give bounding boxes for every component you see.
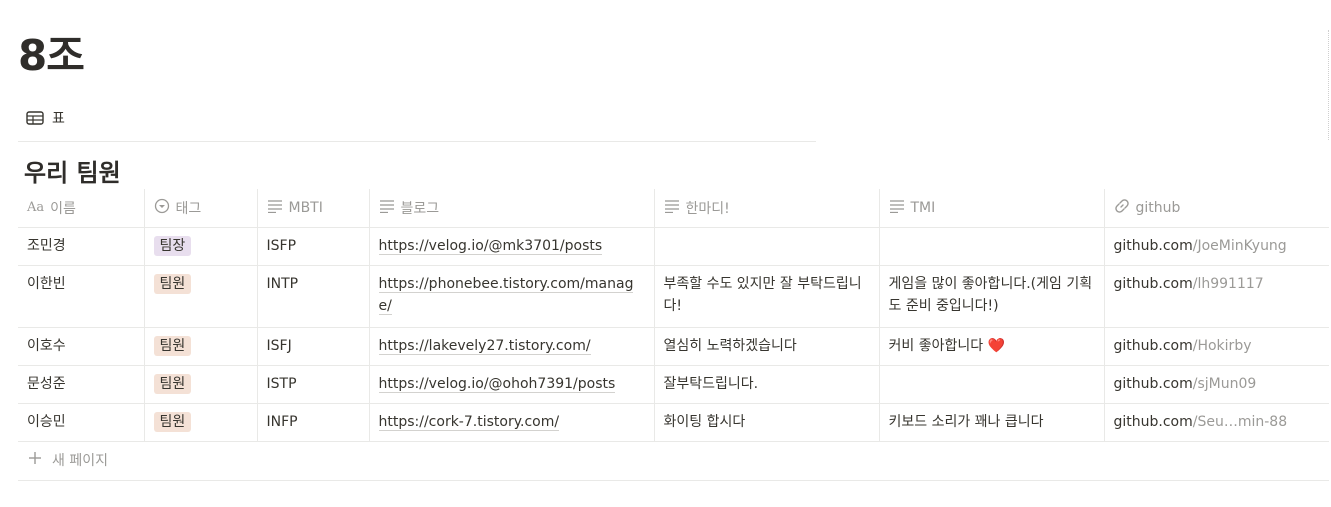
github-host[interactable]: github.com xyxy=(1114,276,1193,292)
column-header-tmi[interactable]: TMI xyxy=(878,189,1104,228)
blog-link[interactable]: https://velog.io/@ohoh7391/posts xyxy=(378,375,616,393)
tag-badge: 팀원 xyxy=(153,273,192,294)
github-user[interactable]: /sjMun09 xyxy=(1193,376,1257,392)
header-row: Aa 이름 태그 MBTI 블로그 한마디! TMI github xyxy=(18,189,1329,228)
cell-github[interactable]: github.com/Seu…min-88 xyxy=(1103,402,1329,441)
blog-link[interactable]: https://phonebee.tistory.com/manage/ xyxy=(378,275,634,315)
column-header-blog[interactable]: 블로그 xyxy=(368,189,654,228)
cell-tmi[interactable]: 커비 좋아합니다 ❤️ xyxy=(878,326,1104,365)
github-user[interactable]: /Seu…min-88 xyxy=(1193,414,1287,430)
page-title: 8조 xyxy=(18,31,85,80)
heart-emoji: ❤️ xyxy=(987,337,1006,354)
table-icon xyxy=(26,111,44,125)
table-row[interactable]: 이승민 팀원 INFP https://cork-7.tistory.com/ … xyxy=(18,402,1329,441)
cell-github[interactable]: github.com/JoeMinKyung xyxy=(1103,226,1329,265)
github-user[interactable]: /JoeMinKyung xyxy=(1193,238,1287,254)
table-row[interactable]: 조민경 팀장 ISFP https://velog.io/@mk3701/pos… xyxy=(18,226,1329,265)
cell-tmi[interactable] xyxy=(878,226,1104,265)
cell-tmi[interactable] xyxy=(878,364,1104,403)
github-host[interactable]: github.com xyxy=(1114,238,1193,254)
blog-link[interactable]: https://cork-7.tistory.com/ xyxy=(378,413,560,431)
tag-badge: 팀원 xyxy=(153,373,192,394)
column-header-mbti[interactable]: MBTI xyxy=(256,189,369,228)
cell-mbti[interactable]: ISFJ xyxy=(256,326,369,365)
cell-mbti[interactable]: INFP xyxy=(256,402,369,441)
tag-badge: 팀원 xyxy=(153,335,192,356)
tmi-text: 커비 좋아합니다 xyxy=(888,337,984,354)
text-aa-icon: Aa xyxy=(27,200,45,216)
cell-comment[interactable]: 열심히 노력하겠습니다 xyxy=(653,326,879,365)
cell-blog[interactable]: https://lakevely27.tistory.com/ xyxy=(368,326,654,365)
new-page-label: 새 페이지 xyxy=(52,452,108,469)
cell-tag[interactable]: 팀원 xyxy=(143,264,257,327)
cell-name[interactable]: 이승민 xyxy=(18,402,144,441)
cell-github[interactable]: github.com/lh991117 xyxy=(1103,264,1329,327)
column-header-github[interactable]: github xyxy=(1103,189,1329,228)
cell-name[interactable]: 이호수 xyxy=(18,326,144,365)
cell-blog[interactable]: https://velog.io/@ohoh7391/posts xyxy=(368,364,654,403)
blog-link[interactable]: https://lakevely27.tistory.com/ xyxy=(378,337,591,355)
github-user[interactable]: /Hokirby xyxy=(1193,338,1252,354)
database-table: Aa 이름 태그 MBTI 블로그 한마디! TMI github 조민경 팀장 … xyxy=(18,189,1329,481)
cell-blog[interactable]: https://cork-7.tistory.com/ xyxy=(368,402,654,441)
select-icon xyxy=(154,198,170,218)
github-host[interactable]: github.com xyxy=(1114,414,1193,430)
cell-mbti[interactable]: ISFP xyxy=(256,226,369,265)
cell-comment[interactable] xyxy=(653,226,879,265)
cell-name[interactable]: 조민경 xyxy=(18,226,144,265)
cell-name[interactable]: 문성준 xyxy=(18,364,144,403)
cell-tag[interactable]: 팀원 xyxy=(143,364,257,403)
table-view-tab[interactable]: 표 xyxy=(26,108,65,128)
cell-mbti[interactable]: INTP xyxy=(256,264,369,327)
cell-github[interactable]: github.com/sjMun09 xyxy=(1103,364,1329,403)
plus-icon xyxy=(28,450,42,472)
cell-comment[interactable]: 잘부탁드립니다. xyxy=(653,364,879,403)
tag-badge: 팀장 xyxy=(153,235,192,256)
column-header-comment[interactable]: 한마디! xyxy=(653,189,879,228)
github-host[interactable]: github.com xyxy=(1114,338,1193,354)
text-lines-icon xyxy=(664,199,680,217)
text-lines-icon xyxy=(379,199,395,217)
new-page-button[interactable]: 새 페이지 xyxy=(18,441,1329,480)
tag-badge: 팀원 xyxy=(153,411,192,432)
cell-blog[interactable]: https://phonebee.tistory.com/manage/ xyxy=(368,264,654,327)
cell-comment[interactable]: 화이팅 합시다 xyxy=(653,402,879,441)
view-label: 표 xyxy=(52,111,65,127)
text-lines-icon xyxy=(889,199,905,217)
cell-tag[interactable]: 팀장 xyxy=(143,226,257,265)
cell-tag[interactable]: 팀원 xyxy=(143,326,257,365)
view-divider xyxy=(18,141,816,142)
cell-name[interactable]: 이한빈 xyxy=(18,264,144,327)
database-title[interactable]: 우리 팀원 xyxy=(24,153,121,188)
column-header-name[interactable]: Aa 이름 xyxy=(18,189,144,228)
column-header-tag[interactable]: 태그 xyxy=(143,189,257,228)
text-lines-icon xyxy=(267,199,283,217)
cell-comment[interactable]: 부족할 수도 있지만 잘 부탁드립니다! xyxy=(653,264,879,327)
cell-blog[interactable]: https://velog.io/@mk3701/posts xyxy=(368,226,654,265)
cell-tmi[interactable]: 게임을 많이 좋아합니다.(게임 기획도 준비 중입니다!) xyxy=(878,264,1104,327)
new-page-row[interactable]: 새 페이지 xyxy=(18,441,1329,480)
blog-link[interactable]: https://velog.io/@mk3701/posts xyxy=(378,237,603,255)
cell-tmi[interactable]: 키보드 소리가 꽤나 큽니다 xyxy=(878,402,1104,441)
cell-mbti[interactable]: ISTP xyxy=(256,364,369,403)
table-row[interactable]: 이한빈 팀원 INTP https://phonebee.tistory.com… xyxy=(18,264,1329,327)
cell-github[interactable]: github.com/Hokirby xyxy=(1103,326,1329,365)
table-row[interactable]: 문성준 팀원 ISTP https://velog.io/@ohoh7391/p… xyxy=(18,364,1329,403)
cell-tag[interactable]: 팀원 xyxy=(143,402,257,441)
link-icon xyxy=(1114,198,1130,218)
table-row[interactable]: 이호수 팀원 ISFJ https://lakevely27.tistory.c… xyxy=(18,326,1329,365)
github-user[interactable]: /lh991117 xyxy=(1193,276,1264,292)
github-host[interactable]: github.com xyxy=(1114,376,1193,392)
